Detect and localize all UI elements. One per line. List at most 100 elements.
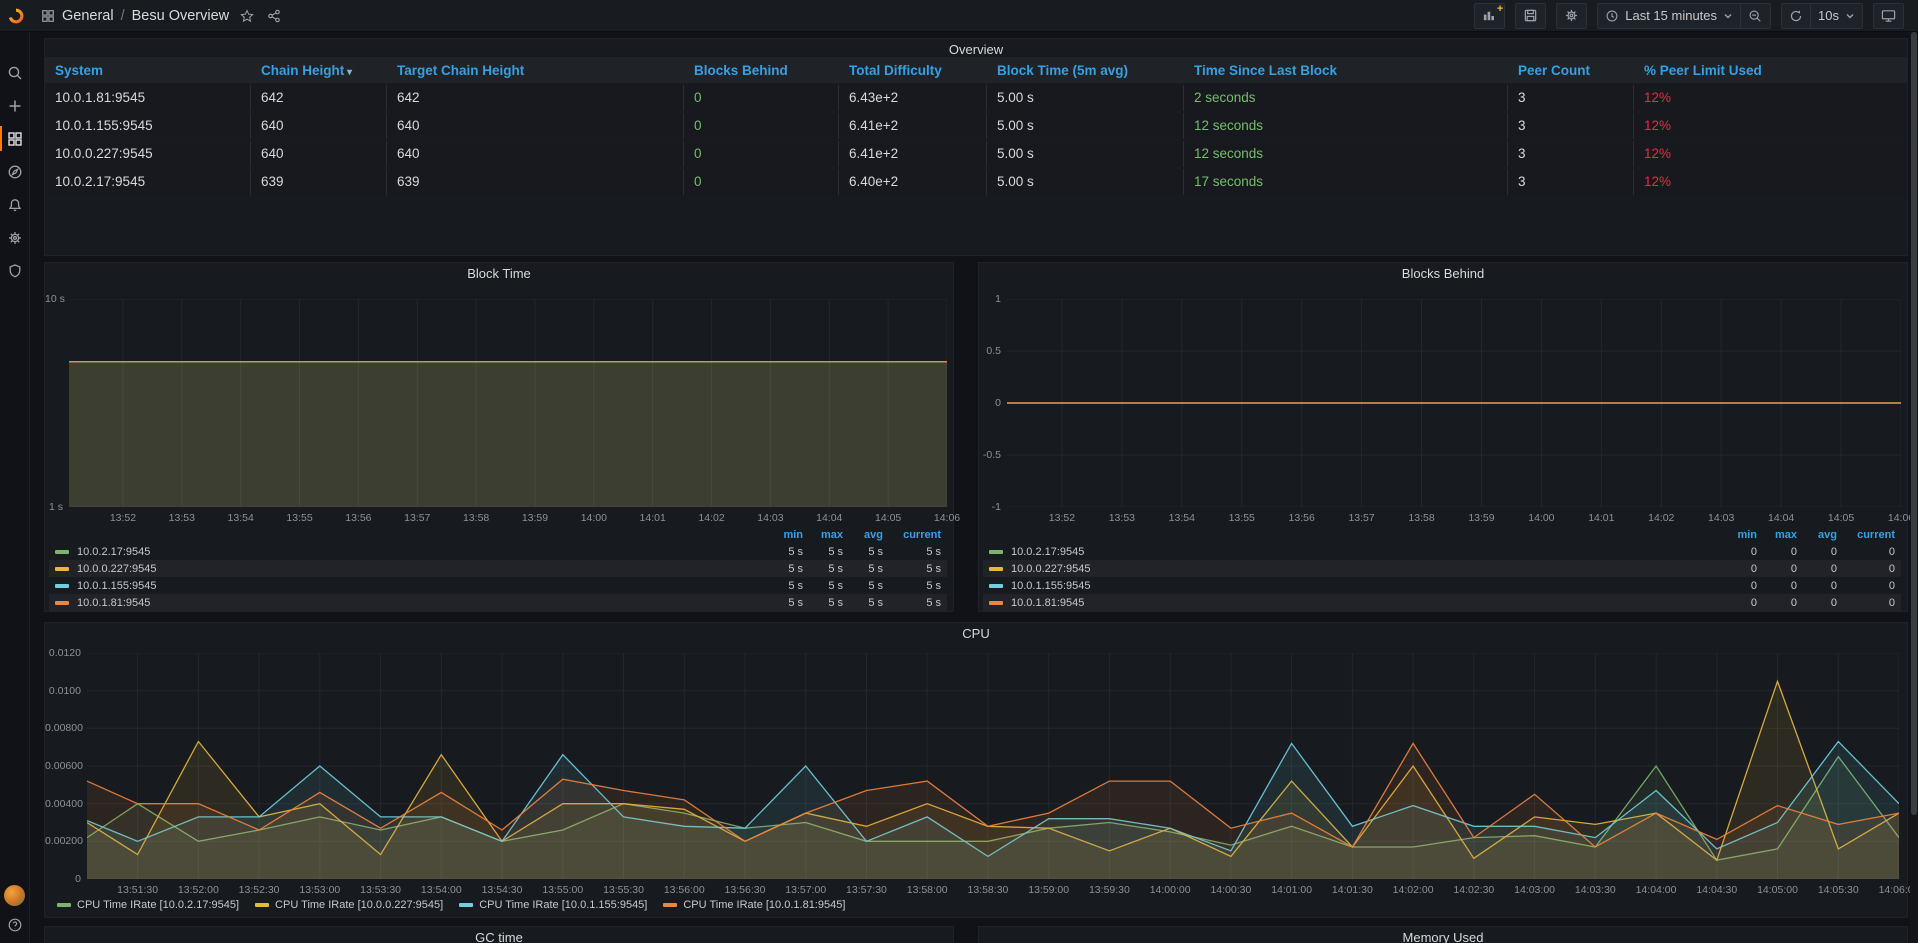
x-tick-label: 14:01:30 bbox=[1332, 884, 1373, 896]
column-header-peers[interactable]: Peer Count bbox=[1508, 63, 1634, 78]
legend-stat-col-avg[interactable]: avg bbox=[1797, 529, 1837, 541]
page-scrollbar[interactable] bbox=[1910, 32, 1918, 943]
column-header-behind[interactable]: Blocks Behind bbox=[684, 63, 839, 78]
cpu-chart[interactable] bbox=[87, 653, 1899, 879]
panel-title[interactable]: CPU bbox=[45, 626, 1907, 641]
sidebar-item-search[interactable] bbox=[0, 56, 30, 89]
refresh-button[interactable] bbox=[1781, 3, 1811, 29]
legend-stat-col-avg[interactable]: avg bbox=[843, 529, 883, 541]
legend-series-toggle[interactable]: CPU Time IRate [10.0.2.17:9545] bbox=[57, 899, 239, 911]
panel-title[interactable]: Memory Used bbox=[979, 930, 1907, 943]
user-avatar[interactable] bbox=[4, 885, 25, 906]
x-tick-label: 13:57 bbox=[1348, 512, 1374, 524]
legend-series-toggle[interactable]: 10.0.0.227:9545 bbox=[55, 563, 763, 575]
series-color-swatch[interactable] bbox=[55, 584, 69, 588]
blocks-behind-chart[interactable] bbox=[1007, 299, 1901, 507]
legend: minmaxavgcurrent10.0.2.17:95455 s5 s5 s5… bbox=[49, 527, 947, 611]
legend-series-toggle[interactable]: 10.0.2.17:9545 bbox=[989, 546, 1717, 558]
legend-stat-value: 5 s bbox=[803, 580, 843, 592]
legend-stat-value: 5 s bbox=[763, 580, 803, 592]
legend-stat-col-current[interactable]: current bbox=[1837, 529, 1895, 541]
x-tick-label: 14:02:30 bbox=[1453, 884, 1494, 896]
configuration-gear-icon bbox=[7, 230, 23, 246]
sidebar-item-dashboards[interactable] bbox=[0, 122, 30, 155]
legend-stat-col-current[interactable]: current bbox=[883, 529, 941, 541]
series-color-swatch[interactable] bbox=[989, 567, 1003, 571]
legend-series-toggle[interactable]: 10.0.0.227:9545 bbox=[989, 563, 1717, 575]
add-panel-button[interactable]: + bbox=[1474, 3, 1505, 29]
dashboard-settings-button[interactable] bbox=[1556, 3, 1587, 29]
column-header-block_time[interactable]: Block Time (5m avg) bbox=[987, 63, 1184, 78]
panel-title[interactable]: Overview bbox=[45, 42, 1907, 57]
save-icon bbox=[1523, 8, 1538, 23]
time-range-picker[interactable]: Last 15 minutes bbox=[1597, 3, 1741, 29]
column-header-since[interactable]: Time Since Last Block bbox=[1184, 63, 1508, 78]
legend-series-toggle[interactable]: 10.0.1.155:9545 bbox=[989, 580, 1717, 592]
legend-stat-col-min[interactable]: min bbox=[1717, 529, 1757, 541]
series-color-swatch[interactable] bbox=[55, 601, 69, 605]
panel-title[interactable]: Blocks Behind bbox=[979, 266, 1907, 281]
series-color-swatch[interactable] bbox=[55, 567, 69, 571]
cell-difficulty: 6.40e+2 bbox=[839, 169, 987, 195]
cell-behind: 0 bbox=[684, 141, 839, 167]
series-color-swatch[interactable] bbox=[989, 584, 1003, 588]
block-time-chart[interactable] bbox=[69, 299, 947, 507]
sidebar-item-server-admin[interactable] bbox=[0, 254, 30, 287]
column-header-target[interactable]: Target Chain Height bbox=[387, 63, 684, 78]
column-header-difficulty[interactable]: Total Difficulty bbox=[839, 63, 987, 78]
scrollbar-thumb[interactable] bbox=[1911, 32, 1917, 815]
y-tick-label: 0 bbox=[45, 873, 81, 885]
series-color-swatch[interactable] bbox=[55, 550, 69, 554]
star-icon[interactable] bbox=[240, 9, 254, 23]
plus-badge-icon: + bbox=[1497, 3, 1503, 15]
panel-title[interactable]: Block Time bbox=[45, 266, 953, 281]
column-header-system[interactable]: System bbox=[45, 63, 251, 78]
breadcrumb-dashboard-title[interactable]: Besu Overview bbox=[132, 8, 230, 24]
sidebar-item-create[interactable] bbox=[0, 89, 30, 122]
legend-stat-value: 0 bbox=[1797, 563, 1837, 575]
legend-stat-value: 5 s bbox=[883, 563, 941, 575]
sidebar-item-help[interactable] bbox=[0, 917, 30, 933]
breadcrumb-folder[interactable]: General bbox=[62, 8, 114, 24]
legend-series-toggle[interactable]: 10.0.2.17:9545 bbox=[55, 546, 763, 558]
cell-behind: 0 bbox=[684, 85, 839, 111]
legend-stat-col-min[interactable]: min bbox=[763, 529, 803, 541]
legend-series-toggle[interactable]: CPU Time IRate [10.0.0.227:9545] bbox=[255, 899, 443, 911]
cell-system: 10.0.1.155:9545 bbox=[45, 113, 251, 139]
cycle-view-mode-button[interactable] bbox=[1873, 3, 1904, 29]
legend-series-name: CPU Time IRate [10.0.0.227:9545] bbox=[275, 899, 443, 911]
legend-series-toggle[interactable]: 10.0.1.81:9545 bbox=[55, 597, 763, 609]
x-tick-label: 13:59:00 bbox=[1028, 884, 1069, 896]
share-icon[interactable] bbox=[267, 9, 281, 23]
series-color-swatch[interactable] bbox=[989, 601, 1003, 605]
legend-stat-col-max[interactable]: max bbox=[803, 529, 843, 541]
legend-stat-value: 0 bbox=[1837, 563, 1895, 575]
sidebar-item-configuration[interactable] bbox=[0, 221, 30, 254]
cell-peers: 3 bbox=[1508, 141, 1634, 167]
legend-series-toggle[interactable]: 10.0.1.155:9545 bbox=[55, 580, 763, 592]
series-color-swatch[interactable] bbox=[989, 550, 1003, 554]
grafana-logo[interactable] bbox=[7, 7, 25, 25]
legend-series-name: CPU Time IRate [10.0.1.155:9545] bbox=[479, 899, 647, 911]
legend-series-toggle[interactable]: 10.0.1.81:9545 bbox=[989, 597, 1717, 609]
column-header-limit[interactable]: % Peer Limit Used bbox=[1634, 63, 1909, 78]
panel-title[interactable]: GC time bbox=[45, 930, 953, 943]
legend-stat-col-max[interactable]: max bbox=[1757, 529, 1797, 541]
sidebar-item-alerting[interactable] bbox=[0, 188, 30, 221]
legend-series-toggle[interactable]: CPU Time IRate [10.0.1.81:9545] bbox=[663, 899, 845, 911]
x-tick-label: 13:53:00 bbox=[299, 884, 340, 896]
x-tick-label: 13:57 bbox=[404, 512, 430, 524]
zoom-out-button[interactable] bbox=[1741, 3, 1771, 29]
sidebar-item-explore[interactable] bbox=[0, 155, 30, 188]
overview-table-body: 10.0.1.81:954564264206.43e+25.00 s2 seco… bbox=[45, 85, 1907, 195]
refresh-interval-picker[interactable]: 10s bbox=[1811, 3, 1863, 29]
y-tick-label: 1 s bbox=[45, 501, 63, 513]
legend-series-toggle[interactable]: CPU Time IRate [10.0.1.155:9545] bbox=[459, 899, 647, 911]
cell-system: 10.0.0.227:9545 bbox=[45, 141, 251, 167]
top-navbar: General / Besu Overview + bbox=[0, 0, 1918, 32]
save-dashboard-button[interactable] bbox=[1515, 3, 1546, 29]
x-tick-label: 14:05 bbox=[1828, 512, 1854, 524]
column-header-chain_height[interactable]: Chain Height ▾ bbox=[251, 63, 387, 78]
legend-stat-value: 5 s bbox=[803, 546, 843, 558]
legend-stat-value: 5 s bbox=[843, 580, 883, 592]
